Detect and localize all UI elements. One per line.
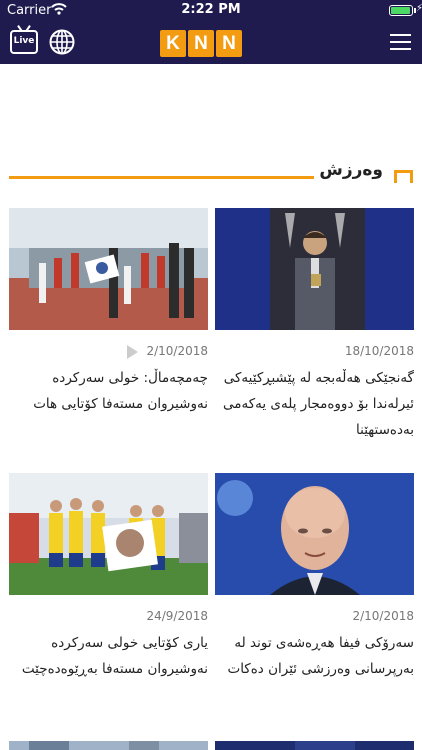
charging-icon: ⚡	[415, 3, 422, 14]
article-thumbnail-partial	[215, 741, 414, 750]
article-headline[interactable]: یاری کۆتایی خولی سەرکردە نەوشیروان مستەف…	[9, 630, 208, 682]
article-image[interactable]	[215, 208, 414, 330]
article-card[interactable]: 2/10/2018 چەمچەماڵ: خولی سەرکردە نەوشیرو…	[9, 208, 208, 417]
section-bracket-icon	[394, 170, 413, 183]
article-image[interactable]	[9, 473, 208, 595]
section-title: وەرزش	[319, 160, 383, 180]
logo-letter: N	[188, 30, 214, 57]
football-ceremony-photo	[9, 208, 208, 330]
article-date: 18/10/2018	[344, 344, 414, 358]
article-image-partial[interactable]	[215, 738, 414, 750]
fifa-president-photo	[215, 473, 414, 595]
top-bar: Carrier 2:22 PM ⚡ Live K N N	[0, 0, 422, 64]
section-header: وەرزش	[9, 157, 413, 187]
logo-letter: K	[160, 30, 186, 57]
status-time: 2:22 PM	[181, 2, 241, 17]
article-date: 2/10/2018	[352, 609, 414, 623]
article-date: 2/10/2018	[9, 344, 208, 360]
section-divider	[9, 176, 314, 179]
article-headline[interactable]: چەمچەماڵ: خولی سەرکردە نەوشیروان مستەفا …	[9, 365, 208, 417]
article-date: 24/9/2018	[146, 609, 208, 623]
article-date-text: 2/10/2018	[146, 344, 208, 358]
battery-icon	[389, 5, 413, 16]
live-tv-button[interactable]: Live	[10, 30, 38, 54]
article-card[interactable]: 2/10/2018 سەرۆکی فیفا هەڕەشەی توند لە بە…	[215, 473, 414, 682]
article-headline[interactable]: سەرۆکی فیفا هەڕەشەی توند لە بەرپرسانی وە…	[215, 630, 414, 682]
article-image-partial[interactable]	[9, 738, 208, 750]
status-bar: Carrier 2:22 PM ⚡	[0, 0, 422, 20]
video-play-icon	[127, 345, 138, 359]
article-headline[interactable]: گەنجێکی هەڵەبجە لە پێشبڕکێیەکی ئیرلەندا …	[215, 365, 414, 443]
article-image[interactable]	[215, 473, 414, 595]
man-holding-trophy-photo	[215, 208, 414, 330]
hamburger-menu-icon[interactable]	[390, 34, 411, 50]
logo-letter: N	[216, 30, 242, 57]
globe-icon[interactable]	[49, 29, 75, 55]
article-thumbnail-partial	[9, 741, 208, 750]
article-card[interactable]: 24/9/2018 یاری کۆتایی خولی سەرکردە نەوشی…	[9, 473, 208, 682]
article-card[interactable]: 18/10/2018 گەنجێکی هەڵەبجە لە پێشبڕکێیەک…	[215, 208, 414, 443]
football-team-portrait-photo	[9, 473, 208, 595]
knn-logo: K N N	[160, 30, 242, 57]
article-image[interactable]	[9, 208, 208, 330]
